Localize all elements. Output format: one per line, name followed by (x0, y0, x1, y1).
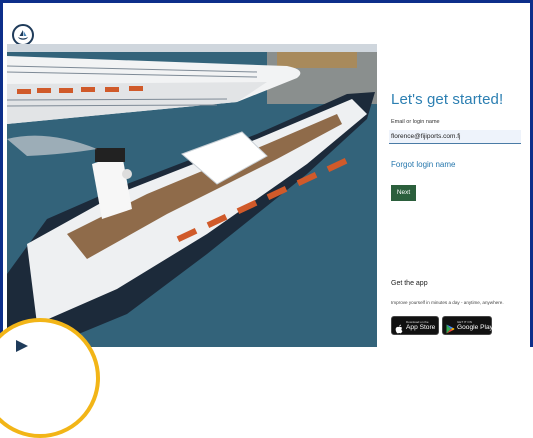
google-play-label: Google Play (457, 324, 493, 331)
apple-icon (395, 321, 403, 339)
app-store-label: App Store (406, 324, 436, 331)
get-app-description: Improve yourself in minutes a day - anyt… (391, 300, 504, 305)
get-app-heading: Get the app (391, 280, 428, 287)
ship-logo-icon (16, 340, 28, 352)
hero-image (7, 44, 377, 347)
email-label: Email or login name (391, 119, 440, 125)
google-play-button[interactable]: GET IT ON Google Play (442, 316, 493, 335)
top-bar (3, 3, 530, 46)
next-button[interactable]: Next (391, 185, 416, 201)
ship-logo-icon[interactable] (12, 24, 34, 46)
app-store-button[interactable]: Download on the App Store (391, 316, 439, 335)
page-title: Let's get started! (391, 91, 504, 108)
forgot-login-link[interactable]: Forgot login name (391, 160, 455, 169)
login-panel: Let's get started! Email or login name F… (377, 44, 530, 347)
google-play-icon (446, 321, 455, 339)
email-field[interactable] (389, 130, 521, 144)
